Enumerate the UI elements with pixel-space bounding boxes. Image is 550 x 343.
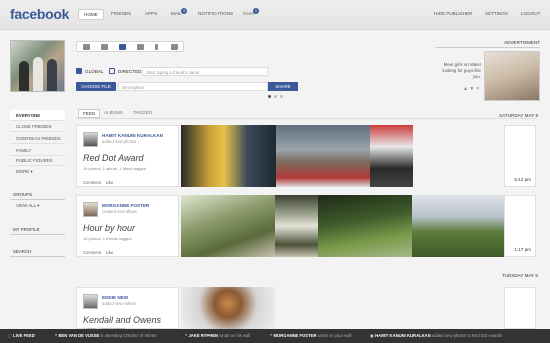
like-link[interactable]: Like [106, 180, 114, 185]
mail-badge: 3 [181, 8, 187, 14]
photo-icon[interactable] [119, 44, 126, 50]
share-button[interactable]: SHARE [268, 82, 298, 91]
tab-tagged[interactable]: TAGGED [133, 110, 152, 115]
hide-publisher-link[interactable]: HIDE PUBLISHER [434, 11, 472, 16]
description-input[interactable]: Description [118, 82, 268, 91]
story-info: MORGANNE FOSTER created new album Hour b… [76, 195, 179, 257]
story-photo[interactable] [318, 195, 412, 257]
sidebar-item-public-figures[interactable]: PUBLIC FIGURES [10, 155, 65, 166]
publisher-toolbar [76, 41, 184, 52]
comment-link[interactable]: Comment [83, 180, 101, 185]
story-photo[interactable] [181, 195, 275, 257]
event-icon[interactable] [137, 44, 144, 50]
story-meta: 14 photos, 1 friends tagged [83, 236, 132, 241]
ad-image[interactable] [484, 51, 540, 101]
nav-settings[interactable]: SETTINGS [485, 11, 508, 16]
story-time-box: 1:17 pm [504, 195, 536, 257]
story-title[interactable]: Hour by hour [83, 223, 135, 233]
story-photo[interactable] [412, 195, 506, 257]
status-icon[interactable] [101, 44, 108, 50]
ad-title: ADVERTISMENT [436, 40, 540, 48]
sidebar-item-overseas-friends[interactable]: OVERSEAS FRIENDS [10, 133, 65, 144]
story-title[interactable]: Red Dot Award [83, 153, 144, 163]
story-card: HAMIT KANUNI KURALKAN added new photos R… [76, 125, 536, 187]
live-feed-item[interactable]: ▣ HAMIT KANUNI KURALKAN added new photos… [370, 333, 502, 338]
comment-link[interactable]: Comment [83, 250, 101, 255]
story-photo[interactable] [181, 125, 276, 187]
sidebar-groups-heading: GROUPS [10, 189, 65, 200]
story-action: added new photos [102, 139, 137, 144]
chat-badge: 1 [253, 8, 259, 14]
avatar[interactable] [83, 294, 98, 309]
ad-text[interactable]: Meet girls on Mate! looking for guys lik… [436, 62, 481, 80]
profile-photo[interactable] [10, 40, 65, 92]
carousel-dot[interactable] [280, 95, 283, 98]
carousel-dot[interactable] [274, 95, 277, 98]
global-label: GLOBAL [85, 69, 104, 74]
live-feed-item[interactable]: ❝ MORGANNE FOSTER wrote on your wall [270, 333, 351, 338]
tab-albums[interactable]: ALBUMS [104, 110, 123, 115]
global-checkbox[interactable] [76, 68, 82, 74]
sidebar-more[interactable]: MORE ▾ [10, 166, 65, 177]
live-feed-item[interactable]: ❝ BEN VAN DE VUSSE is attending Children… [55, 333, 157, 338]
story-action: added new videos [102, 301, 136, 306]
avatar[interactable] [83, 132, 98, 147]
ad-feedback-icons[interactable]: ▲ ▼ ✕ [463, 86, 480, 92]
nav-home[interactable]: HOME [78, 9, 104, 20]
sidebar-search[interactable]: SEARCH [10, 246, 65, 257]
story-time-box [504, 287, 536, 329]
story-info: EDDIE NEW added new videos Kendall and O… [76, 287, 179, 331]
directed-label: DIRECTED [118, 69, 142, 74]
story-time-box: 5:12 pm [504, 125, 536, 187]
carousel-dot[interactable] [268, 95, 271, 98]
avatar[interactable] [83, 202, 98, 217]
story-photo[interactable] [276, 125, 370, 187]
sidebar-item-everyone[interactable]: EVERYONE [10, 110, 65, 121]
nav-logout[interactable]: LOGOUT [521, 11, 540, 16]
tabs-divider [76, 118, 536, 119]
story-time: 1:17 pm [514, 247, 531, 252]
quote-icon: ❝ [55, 333, 58, 338]
story-time: 5:12 pm [514, 177, 531, 182]
sidebar-groups-view-all[interactable]: VIEW ALL ▾ [10, 200, 65, 211]
nav-apps[interactable]: APPS [145, 11, 157, 16]
add-icon[interactable] [171, 44, 178, 50]
story-title[interactable]: Kendall and Owens [83, 315, 161, 325]
story-photo[interactable] [275, 195, 318, 257]
like-link[interactable]: Like [106, 250, 114, 255]
info-icon[interactable] [155, 44, 158, 50]
story-card: EDDIE NEW added new videos Kendall and O… [76, 287, 536, 331]
nav-notifications[interactable]: NOTIFICATIONS [198, 11, 233, 16]
home-icon[interactable] [83, 44, 90, 50]
date-header: TUESDAY MAY 5 [502, 273, 538, 278]
facebook-logo[interactable]: facebook [10, 6, 69, 22]
live-feed-label[interactable]: ▢ LIVE FEED [8, 333, 35, 338]
story-poster[interactable]: EDDIE NEW [102, 295, 128, 300]
photo-icon: ▣ [370, 333, 374, 338]
live-feed-item[interactable]: ❝ JAKE RYPHEN wrote on his wall [185, 333, 250, 338]
tab-feed[interactable]: FEED [78, 109, 101, 118]
quote-icon: ❝ [270, 333, 273, 338]
friend-name-input[interactable]: Start typing a friend's name [142, 67, 268, 76]
directed-checkbox[interactable] [109, 68, 115, 74]
live-feed-bar: ▢ LIVE FEED ❝ BEN VAN DE VUSSE is attend… [0, 329, 550, 343]
story-action: created new album [102, 209, 138, 214]
story-poster[interactable]: HAMIT KANUNI KURALKAN [102, 133, 163, 138]
chat-icon: ▢ [8, 333, 12, 338]
story-meta: 14 photos, 1 album, 1 friend tagged [83, 166, 146, 171]
quote-icon: ❝ [185, 333, 188, 338]
story-poster[interactable]: MORGANNE FOSTER [102, 203, 149, 208]
story-card: MORGANNE FOSTER created new album Hour b… [76, 195, 536, 257]
story-photo[interactable] [370, 125, 413, 187]
story-info: HAMIT KANUNI KURALKAN added new photos R… [76, 125, 179, 187]
story-video-thumbnail[interactable] [181, 287, 275, 329]
date-header: SATURDAY MAY 9 [499, 113, 538, 118]
nav-friends[interactable]: FRIENDS [111, 11, 131, 16]
choose-file-button[interactable]: CHOOSE FILE [76, 82, 116, 91]
sidebar-my-profile[interactable]: MY PROFILE [10, 224, 65, 235]
sidebar-item-close-friends[interactable]: CLOSE FRIENDS [10, 121, 65, 132]
